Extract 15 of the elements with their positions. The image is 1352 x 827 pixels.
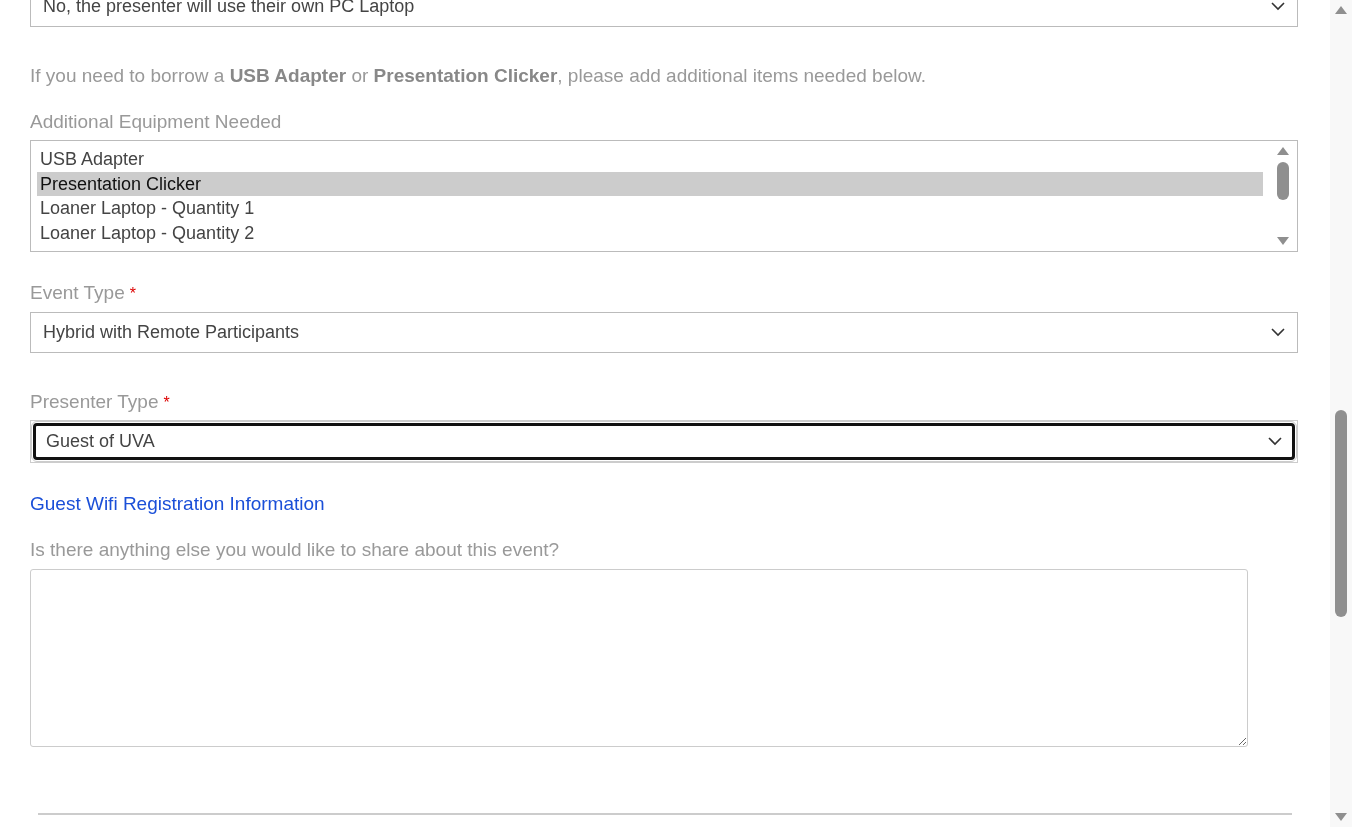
required-mark: * (129, 285, 136, 303)
guest-wifi-link[interactable]: Guest Wifi Registration Information (30, 493, 325, 515)
select-field[interactable]: Guest of UVA (33, 423, 1295, 460)
field-label: Additional Equipment Needed (30, 111, 282, 133)
list-option[interactable]: Presentation Clicker (37, 171, 1263, 196)
required-mark: * (163, 394, 170, 412)
list-option[interactable]: USB Adapter (37, 147, 1263, 172)
list-box[interactable]: USB Adapter Presentation Clicker Loaner Laptop - Quantity 1 Loaner Laptop - Quantity 2 (30, 140, 1298, 252)
field-label: Event Type (30, 282, 125, 304)
field-label: Is there anything else you would like to share about this event? (30, 539, 560, 561)
select-field[interactable]: Hybrid with Remote Participants (30, 312, 1298, 353)
list-option[interactable]: Loaner Laptop - Quantity 2 (37, 220, 1263, 245)
field-label: Presenter Type (30, 391, 159, 413)
list-option[interactable]: Loaner Laptop - Quantity 1 (37, 196, 1263, 221)
info-text: If you need to borrow a USB Adapter or Presentation Clicker, please add additional items needed below. (30, 65, 927, 87)
